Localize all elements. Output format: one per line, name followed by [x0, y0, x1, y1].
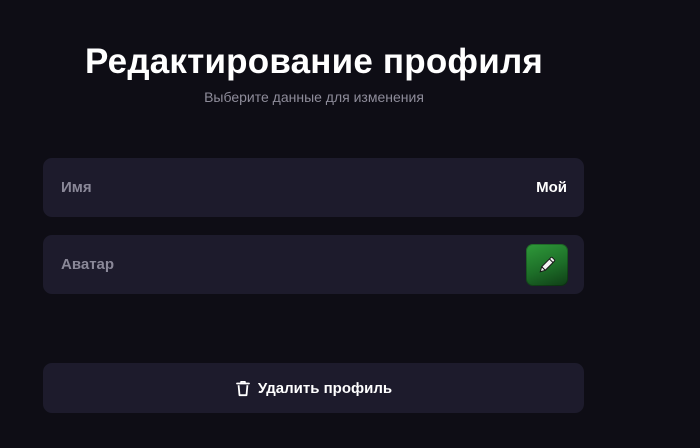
name-field-label: Имя — [61, 179, 92, 196]
name-field-row[interactable]: Имя Мой — [43, 158, 584, 217]
delete-profile-button[interactable]: Удалить профиль — [43, 363, 584, 413]
delete-profile-label: Удалить профиль — [257, 379, 393, 397]
pencil-edit-icon — [536, 254, 558, 276]
trash-icon — [235, 380, 251, 397]
avatar-thumbnail[interactable] — [526, 243, 568, 286]
page-header: Редактирование профиля Выберите данные д… — [44, 40, 584, 106]
page-title: Редактирование профиля — [84, 42, 544, 81]
name-field-value: Мой — [536, 179, 567, 196]
avatar-field-row[interactable]: Аватар — [43, 235, 584, 294]
avatar-field-label: Аватар — [61, 256, 115, 273]
page-subtitle: Выберите данные для изменения — [204, 89, 424, 105]
